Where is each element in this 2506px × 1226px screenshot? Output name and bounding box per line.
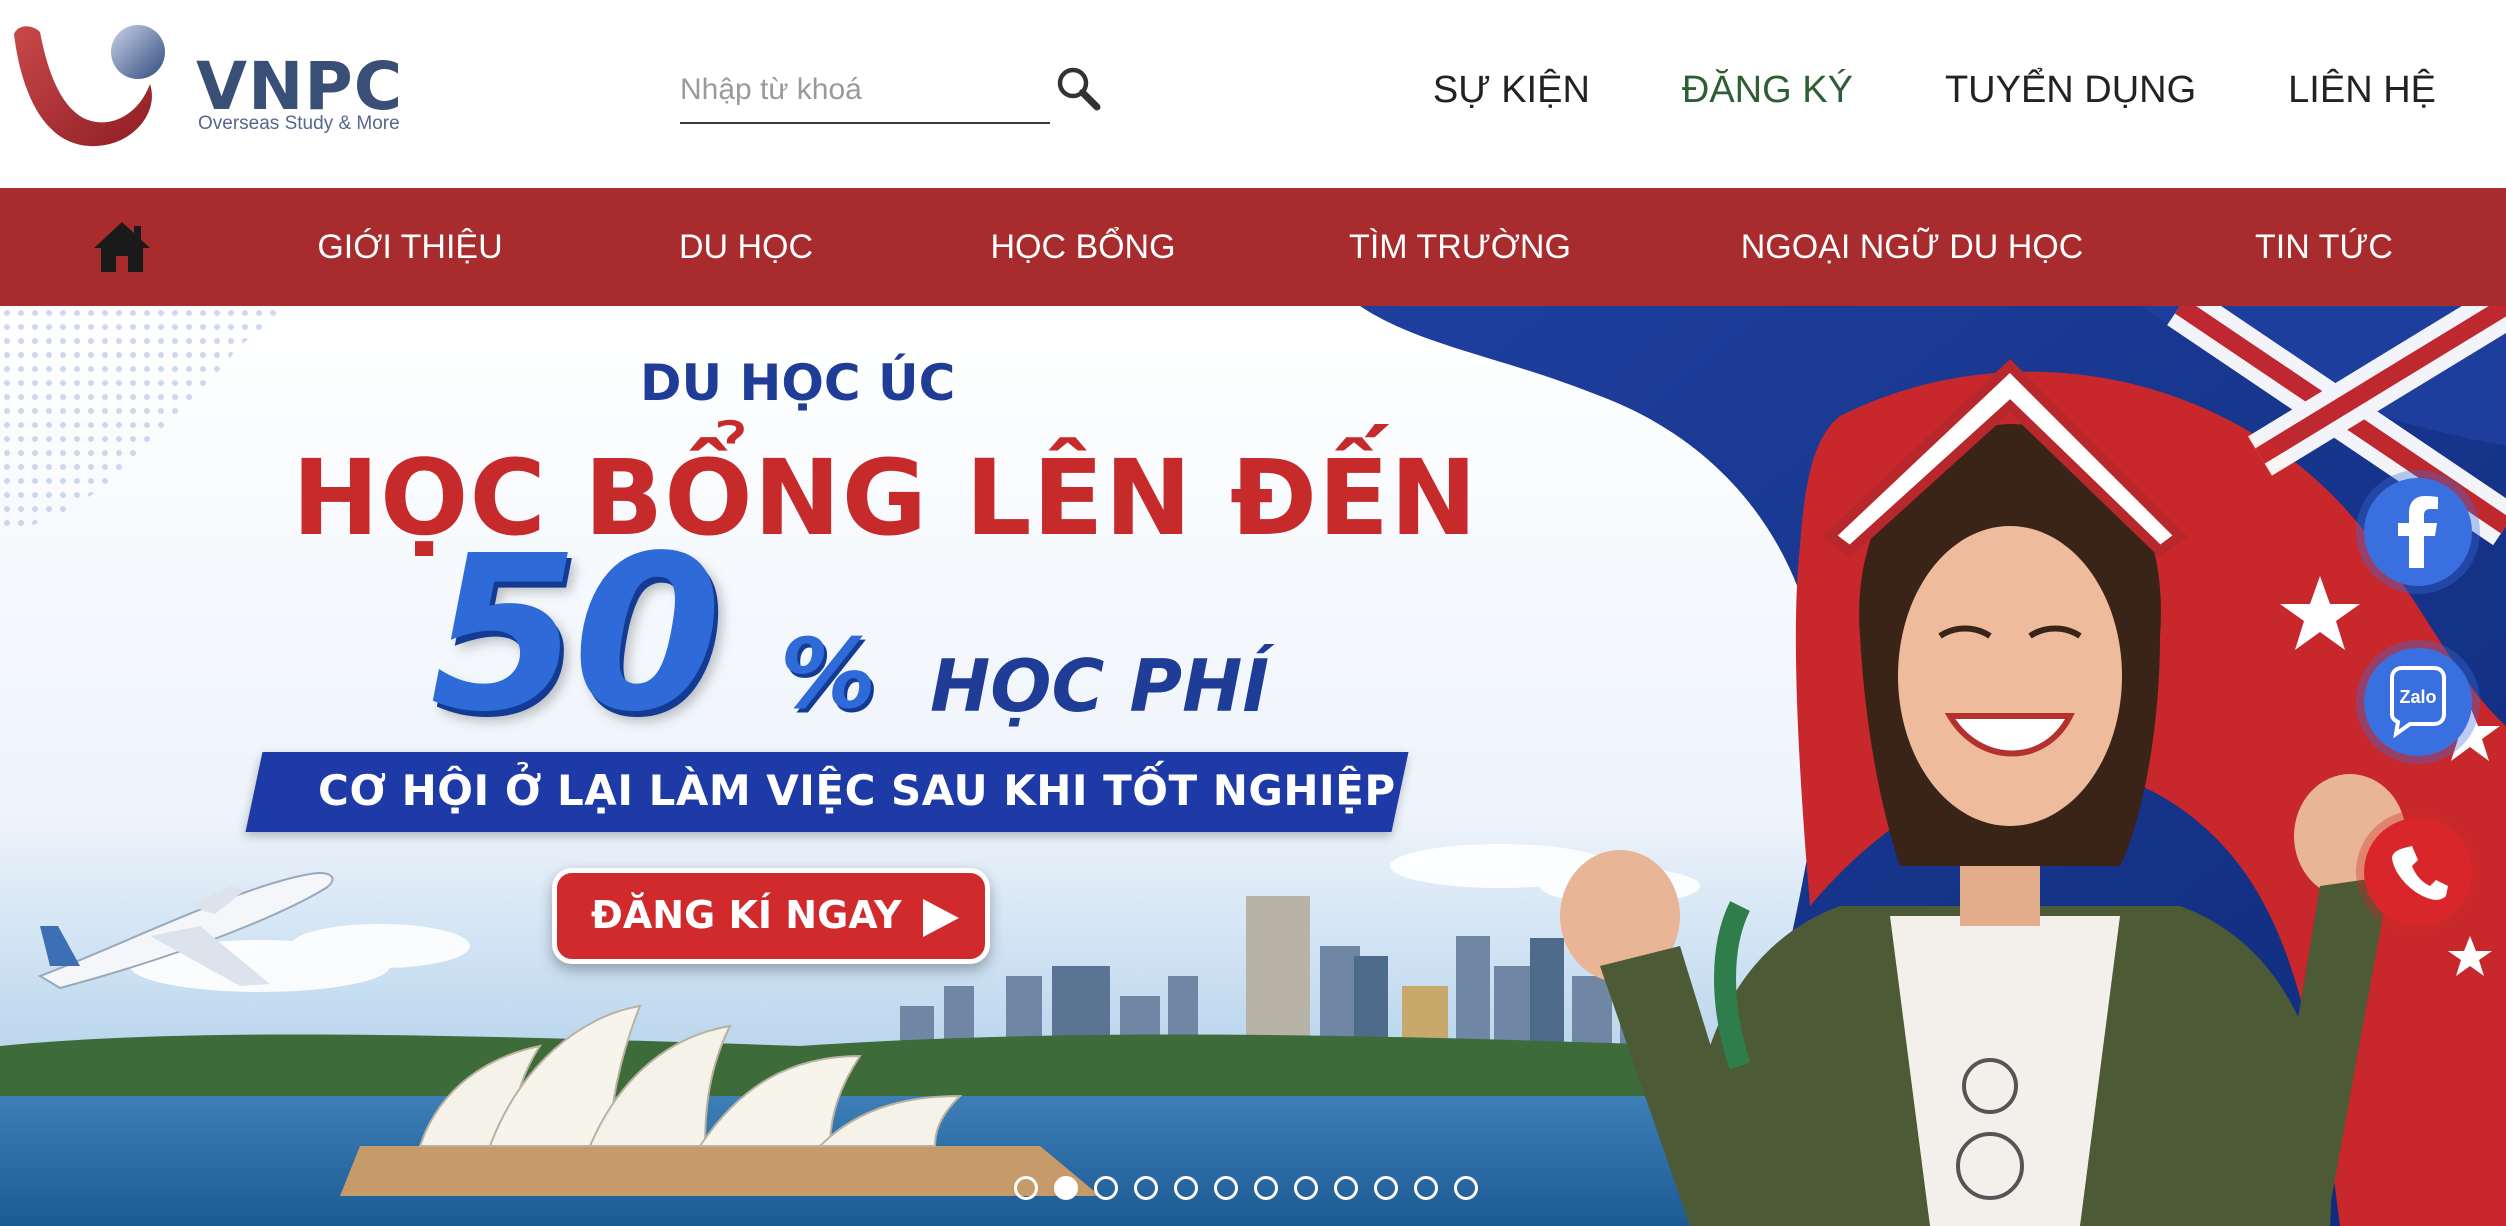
top-nav: SỰ KIỆN ĐĂNG KÝ TUYỂN DỤNG LIÊN HỆ [1341, 62, 2436, 118]
hero-percent-value: 50 [430, 510, 722, 759]
register-now-label: ĐĂNG KÍ NGAY [591, 893, 902, 937]
phone-icon [2392, 846, 2448, 900]
slider-dot[interactable] [1134, 1176, 1158, 1200]
slider-dot[interactable] [1454, 1176, 1478, 1200]
vnpc-logo-icon [14, 25, 165, 147]
slider-dot[interactable] [1174, 1176, 1198, 1200]
top-nav-register-link[interactable]: ĐĂNG KÝ [1682, 62, 1853, 118]
zalo-icon: Zalo [2390, 666, 2446, 739]
main-nav: GIỚI THIỆU DU HỌC HỌC BỔNG TÌM TRƯỜNG NG… [0, 188, 2506, 306]
nav-item-find-school[interactable]: TÌM TRƯỜNG [1349, 188, 1571, 306]
slider-dot[interactable] [1294, 1176, 1318, 1200]
facebook-icon [2398, 496, 2438, 568]
hero-subtitle: DU HỌC ÚC [640, 354, 956, 412]
top-nav-events-link[interactable]: SỰ KIỆN [1433, 62, 1590, 118]
svg-text:Zalo: Zalo [2399, 687, 2436, 707]
slider-dot[interactable] [1254, 1176, 1278, 1200]
top-nav-careers-link[interactable]: TUYỂN DỤNG [1945, 62, 2196, 118]
slider-dot[interactable] [1414, 1176, 1438, 1200]
slider-dot[interactable] [1054, 1176, 1078, 1200]
search-box [680, 58, 1102, 126]
top-header: VNPC Overseas Study & More SỰ KIỆN ĐĂNG … [0, 0, 2506, 188]
hero-percent-sign: % [780, 618, 877, 730]
home-icon[interactable] [92, 220, 152, 274]
slider-dot[interactable] [1214, 1176, 1238, 1200]
slider-dot[interactable] [1334, 1176, 1358, 1200]
search-icon[interactable] [1054, 64, 1102, 112]
slider-pagination [1014, 1176, 1494, 1202]
slider-dot[interactable] [1014, 1176, 1038, 1200]
top-nav-contact-link[interactable]: LIÊN HỆ [2288, 62, 2436, 118]
site-logo[interactable]: VNPC Overseas Study & More [10, 24, 430, 154]
nav-item-news[interactable]: TIN TỨC [2255, 188, 2393, 306]
nav-item-scholarships[interactable]: HỌC BỔNG [990, 188, 1175, 306]
register-now-button[interactable]: ĐĂNG KÍ NGAY [552, 868, 990, 964]
slider-dot[interactable] [1374, 1176, 1398, 1200]
nav-item-study-abroad[interactable]: DU HỌC [679, 188, 813, 306]
phone-button[interactable] [2356, 810, 2480, 934]
slider-dot[interactable] [1094, 1176, 1118, 1200]
hero-banner[interactable]: DU HỌC ÚC HỌC BỔNG LÊN ĐẾN 50 % HỌC PHÍ … [0, 306, 2506, 1226]
play-arrow-icon [923, 899, 959, 937]
zalo-button[interactable]: Zalo [2356, 640, 2480, 764]
brand-tagline: Overseas Study & More [198, 113, 400, 134]
brand-name: VNPC [196, 48, 404, 125]
facebook-button[interactable] [2356, 470, 2480, 594]
hero-ribbon-text: CƠ HỘI Ở LẠI LÀM VIỆC SAU KHI TỐT NGHIỆP [318, 766, 1396, 815]
nav-item-about[interactable]: GIỚI THIỆU [317, 188, 502, 306]
hero-fee-label: HỌC PHÍ [930, 644, 1270, 728]
nav-item-language[interactable]: NGOẠI NGỮ DU HỌC [1741, 188, 2084, 306]
search-input[interactable] [680, 58, 1050, 124]
